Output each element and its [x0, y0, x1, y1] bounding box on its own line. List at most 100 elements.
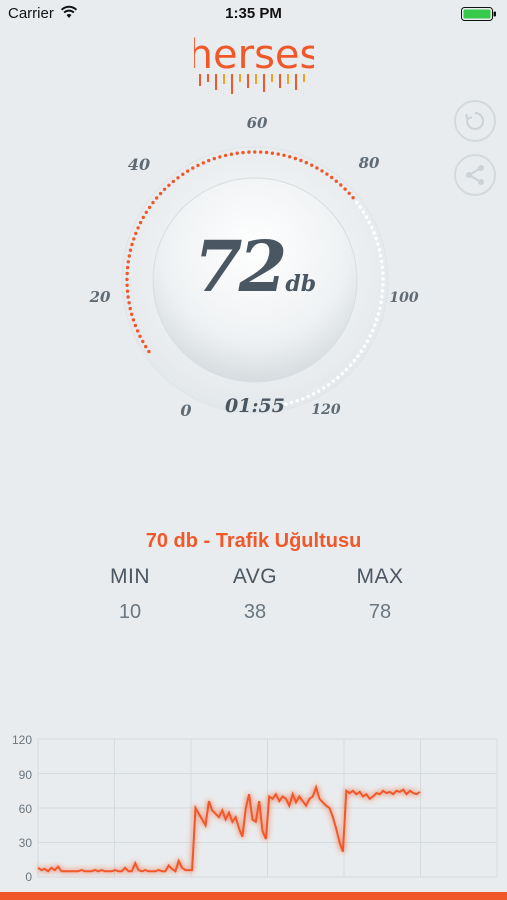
gauge-dot	[186, 169, 190, 173]
gauge-dot	[144, 210, 148, 214]
gauge-dot	[376, 312, 381, 316]
gauge-dot	[141, 339, 145, 344]
gauge-dot	[259, 150, 263, 154]
stat-min: MIN 10	[80, 565, 180, 624]
gauge-dot	[135, 329, 140, 333]
gauge-dot	[136, 226, 140, 230]
stat-max-value: 78	[368, 601, 392, 623]
brand-logo: herses	[194, 32, 314, 94]
gauge-dot	[147, 349, 151, 354]
status-bar: Carrier 1:35 PM	[0, 0, 507, 28]
gauge-dot	[125, 271, 129, 276]
gauge-dot	[253, 150, 257, 154]
gauge-dot	[378, 253, 383, 258]
gauge-dot	[381, 277, 385, 281]
gauge-dot	[379, 300, 383, 305]
gauge-dot	[132, 237, 136, 241]
share-button[interactable]	[454, 154, 496, 196]
gauge-dot	[126, 260, 130, 264]
gauge-dot	[375, 317, 379, 322]
gauge-dot	[355, 200, 359, 204]
gauge-dot	[380, 289, 385, 293]
gauge-dot	[381, 283, 385, 287]
gauge-dot	[334, 179, 338, 183]
gauge-dot	[325, 172, 329, 176]
noise-line	[37, 784, 421, 873]
gauge-dot	[311, 392, 316, 396]
gauge-dot	[201, 161, 205, 165]
gauge-dot	[162, 187, 167, 191]
gauge-dot	[380, 265, 385, 269]
stat-max: MAX 78	[330, 565, 430, 624]
gauge-dot	[218, 155, 222, 159]
gauge-dot	[229, 152, 234, 156]
stat-max-label: MAX	[356, 565, 404, 588]
gauge-dot	[125, 289, 130, 293]
gauge-dot	[176, 176, 180, 180]
tick-60: 60	[247, 114, 268, 132]
gauge-dot	[340, 371, 344, 376]
gauge-dot	[191, 166, 195, 170]
gauge-dot	[235, 151, 239, 155]
y-tick-0: 0	[25, 870, 32, 884]
gauge-dot	[348, 363, 353, 367]
gauge-dot	[133, 323, 138, 328]
gauge-dot	[372, 231, 376, 235]
gauge-dot	[352, 359, 356, 363]
bottom-accent-bar	[0, 892, 507, 900]
gauge-dot	[370, 225, 374, 230]
gauge-dot	[181, 172, 185, 176]
gauge-dot	[128, 306, 132, 311]
db-unit: db	[285, 271, 317, 297]
tick-40: 40	[128, 155, 150, 174]
gauge-dot	[373, 323, 377, 327]
gauge-dot	[310, 163, 314, 167]
gauge-dot	[368, 334, 372, 338]
gauge-dot	[270, 151, 275, 155]
tick-20: 20	[89, 288, 111, 306]
refresh-button[interactable]	[454, 100, 496, 142]
gauge-dot	[207, 158, 211, 163]
gauge-dot	[336, 375, 340, 380]
stat-min-value: 10	[118, 601, 142, 623]
noise-history-chart: 120 90 60 30 0	[0, 725, 507, 890]
gauge-dot	[167, 183, 171, 187]
stats-panel: MIN 10 AVG 38 MAX 78	[80, 565, 430, 624]
gauge-dot	[331, 379, 335, 383]
tick-100: 100	[389, 290, 418, 306]
y-tick-60: 60	[19, 802, 33, 816]
gauge-dot	[378, 306, 382, 310]
gauge-dot	[127, 301, 131, 305]
gauge-dot	[276, 152, 280, 156]
gauge-dot	[241, 150, 245, 155]
gauge-dot	[138, 220, 143, 225]
gauge-dot	[299, 158, 303, 163]
gauge-dot	[376, 242, 380, 246]
gauge-dot	[138, 334, 142, 338]
gauge-dot	[144, 344, 148, 349]
tick-120: 120	[311, 402, 340, 418]
gauge-dot	[379, 259, 384, 264]
gauge-dot	[223, 153, 228, 158]
db-reading: 72db	[155, 225, 355, 308]
gauge-dot	[293, 156, 297, 161]
gauge-dot	[347, 191, 351, 195]
stat-min-label: MIN	[110, 565, 150, 588]
gauge-dot	[359, 349, 363, 353]
gauge-dot	[326, 383, 331, 387]
gauge-dot	[130, 312, 134, 316]
elapsed-timer: 01:55	[225, 395, 285, 417]
gauge-dot	[147, 205, 152, 210]
stat-avg: AVG 38	[205, 565, 305, 624]
gauge-dot	[344, 367, 349, 372]
gauge-dot	[158, 191, 163, 196]
refresh-icon	[465, 111, 485, 130]
tick-0: 0	[180, 401, 191, 420]
gauge-dot	[330, 175, 334, 180]
gauge-dot	[127, 254, 131, 258]
gauge-dot	[131, 318, 136, 322]
gauge-dot	[364, 215, 369, 219]
gauge-dot	[306, 394, 310, 399]
gauge-dot	[282, 153, 286, 157]
gauge-dot	[380, 294, 384, 299]
